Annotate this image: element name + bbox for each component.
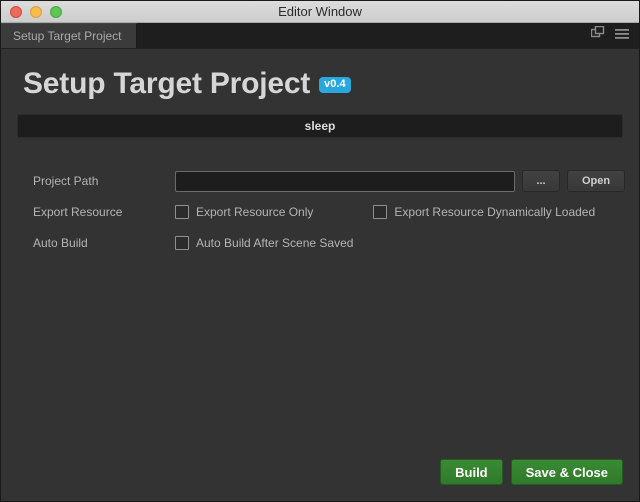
traffic-light-group bbox=[1, 5, 62, 18]
hamburger-menu-icon[interactable] bbox=[615, 27, 629, 45]
label-project-path: Project Path bbox=[33, 174, 99, 188]
window-title: Editor Window bbox=[278, 3, 362, 19]
field-row-auto-build: Auto Build Auto Build After Scene Saved bbox=[33, 228, 623, 258]
project-path-input[interactable] bbox=[175, 170, 515, 192]
field-row-export-resource: Export Resource Export Resource Only Exp… bbox=[33, 197, 623, 227]
checkbox-auto-build-after-scene-saved[interactable]: Auto Build After Scene Saved bbox=[175, 236, 353, 250]
footer-actions: Build Save & Close bbox=[440, 459, 623, 485]
checkbox-label: Export Resource Only bbox=[196, 205, 314, 219]
editor-window: Editor Window Setup Target Project Setup… bbox=[0, 0, 640, 502]
status-message: sleep bbox=[304, 119, 336, 133]
tab-setup-target-project[interactable]: Setup Target Project bbox=[1, 23, 137, 48]
tab-strip-filler bbox=[137, 23, 591, 48]
open-button[interactable]: Open bbox=[567, 170, 625, 192]
save-and-close-button[interactable]: Save & Close bbox=[510, 459, 623, 485]
maximize-window-button[interactable] bbox=[50, 5, 62, 18]
label-auto-build: Auto Build bbox=[33, 236, 88, 250]
build-button[interactable]: Build bbox=[440, 459, 503, 485]
checkbox-label: Export Resource Dynamically Loaded bbox=[394, 205, 596, 219]
status-bar: sleep bbox=[17, 114, 623, 138]
page-heading-row: Setup Target Project v0.4 bbox=[17, 49, 623, 103]
version-badge: v0.4 bbox=[319, 77, 351, 93]
window-titlebar: Editor Window bbox=[1, 1, 639, 23]
tab-strip-icons bbox=[590, 23, 639, 48]
tab-label: Setup Target Project bbox=[13, 29, 122, 43]
checkbox-box-icon[interactable] bbox=[175, 236, 189, 250]
controls-auto-build: Auto Build After Scene Saved bbox=[175, 236, 623, 250]
open-in-new-window-icon[interactable] bbox=[590, 25, 605, 45]
tab-strip: Setup Target Project bbox=[1, 23, 639, 49]
page-title: Setup Target Project bbox=[23, 67, 311, 100]
browse-button[interactable]: ... bbox=[522, 170, 560, 192]
checkbox-export-resource-only[interactable]: Export Resource Only bbox=[175, 205, 313, 219]
minimize-window-button[interactable] bbox=[30, 5, 42, 18]
label-export-resource: Export Resource bbox=[33, 205, 123, 219]
settings-form: Project Path ... Open Export Resource Ex… bbox=[17, 166, 625, 258]
checkbox-box-icon[interactable] bbox=[373, 205, 388, 219]
checkbox-box-icon[interactable] bbox=[175, 205, 189, 219]
close-window-button[interactable] bbox=[10, 5, 22, 18]
checkbox-label: Auto Build After Scene Saved bbox=[196, 236, 354, 250]
controls-project-path: ... Open bbox=[175, 170, 625, 192]
controls-export-resource: Export Resource Only Export Resource Dyn… bbox=[175, 205, 623, 219]
main-content: Setup Target Project v0.4 sleep Project … bbox=[1, 49, 639, 501]
checkbox-export-resource-dynamically-loaded[interactable]: Export Resource Dynamically Loaded bbox=[373, 205, 595, 219]
field-row-project-path: Project Path ... Open bbox=[33, 166, 625, 196]
